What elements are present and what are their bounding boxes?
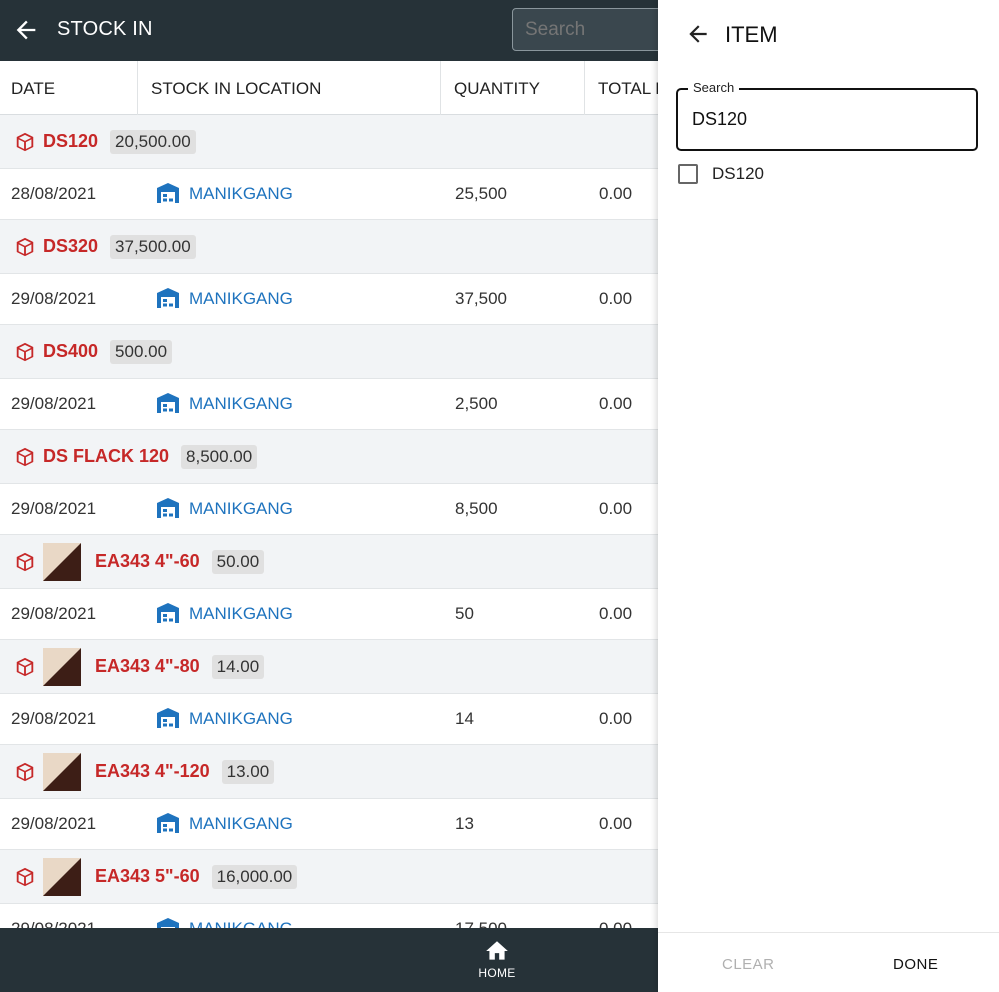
- option-label: DS120: [712, 164, 764, 183]
- warehouse-icon: [157, 813, 179, 833]
- package-icon: [16, 447, 34, 466]
- column-divider: [440, 61, 441, 115]
- row-date: 29/08/2021: [11, 289, 97, 308]
- item-total-badge: 37,500.00: [110, 234, 196, 259]
- item-thumbnail: [43, 857, 81, 896]
- item-thumbnail: [43, 542, 81, 581]
- home-label: HOME: [478, 966, 516, 980]
- row-total: 0.00: [599, 184, 633, 203]
- item-name: DS FLACK 120: [43, 446, 170, 466]
- item-search-input[interactable]: [692, 109, 962, 130]
- item-name: EA343 5"-60: [95, 866, 200, 886]
- row-location[interactable]: MANIKGANG: [189, 184, 293, 204]
- row-location[interactable]: MANIKGANG: [189, 394, 293, 414]
- warehouse-icon: [157, 603, 179, 623]
- row-location[interactable]: MANIKGANG: [189, 289, 293, 309]
- row-quantity: 8,500: [455, 499, 498, 518]
- package-icon: [16, 237, 34, 256]
- item-name: DS320: [43, 236, 99, 256]
- item-name: EA343 4"-60: [95, 551, 200, 571]
- warehouse-icon: [157, 708, 179, 728]
- back-arrow-icon[interactable]: [12, 16, 40, 44]
- warehouse-icon: [157, 393, 179, 413]
- warehouse-icon: [157, 183, 179, 203]
- item-total-badge: 13.00: [221, 759, 275, 784]
- back-arrow-icon[interactable]: [685, 21, 711, 47]
- row-quantity: 37,500: [455, 289, 507, 308]
- row-date: 29/08/2021: [11, 814, 97, 833]
- row-total: 0.00: [599, 499, 633, 518]
- row-quantity: 25,500: [455, 184, 507, 203]
- row-quantity: 17,500: [455, 919, 507, 928]
- row-date: 29/08/2021: [11, 919, 96, 928]
- row-location[interactable]: MANIKGANG: [189, 919, 293, 928]
- package-icon: [16, 657, 34, 676]
- row-total: 0.00: [599, 814, 633, 833]
- option-ds120[interactable]: DS120: [678, 164, 764, 184]
- warehouse-icon: [157, 918, 179, 928]
- row-date: 29/08/2021: [11, 604, 97, 623]
- column-header-total[interactable]: TOTAL P: [598, 61, 667, 115]
- row-date: 29/08/2021: [11, 394, 97, 413]
- item-total-badge: 16,000.00: [211, 864, 298, 889]
- item-total-badge: 8,500.00: [181, 444, 258, 469]
- column-header-date[interactable]: DATE: [11, 61, 55, 115]
- row-location[interactable]: MANIKGANG: [189, 604, 293, 624]
- home-button[interactable]: HOME: [467, 938, 527, 982]
- row-date: 29/08/2021: [11, 499, 97, 518]
- row-total: 0.00: [599, 919, 632, 928]
- page-title: STOCK IN: [57, 18, 153, 40]
- row-total: 0.00: [599, 289, 633, 308]
- done-button[interactable]: DONE: [893, 956, 938, 973]
- clear-button[interactable]: CLEAR: [722, 956, 775, 973]
- item-thumbnail: [43, 752, 81, 791]
- row-location[interactable]: MANIKGANG: [189, 499, 293, 519]
- row-location[interactable]: MANIKGANG: [189, 814, 293, 834]
- item-total-badge: 500.00: [110, 339, 173, 364]
- package-icon: [16, 132, 34, 151]
- package-icon: [16, 552, 34, 571]
- item-name: EA343 4"-80: [95, 656, 200, 676]
- item-filter-drawer: ITEM Search DS120 CLEAR DONE: [658, 0, 999, 992]
- package-icon: [16, 342, 34, 361]
- item-total-badge: 50.00: [211, 549, 265, 574]
- item-name: DS120: [43, 131, 99, 151]
- item-total-badge: 14.00: [211, 654, 265, 679]
- option-checkbox[interactable]: [678, 164, 698, 184]
- drawer-footer: CLEAR DONE: [658, 932, 999, 992]
- row-quantity: 14: [455, 709, 474, 728]
- item-name: EA343 4"-120: [95, 761, 210, 781]
- item-search-label: Search: [688, 80, 740, 95]
- package-icon: [16, 762, 34, 781]
- column-header-quantity[interactable]: QUANTITY: [454, 61, 540, 115]
- row-location[interactable]: MANIKGANG: [189, 709, 293, 729]
- row-date: 28/08/2021: [11, 184, 97, 203]
- drawer-title: ITEM: [725, 22, 778, 47]
- item-name: DS400: [43, 341, 99, 361]
- row-quantity: 50: [455, 604, 474, 623]
- row-date: 29/08/2021: [11, 709, 97, 728]
- column-divider: [584, 61, 585, 115]
- column-divider: [137, 61, 138, 115]
- item-thumbnail: [43, 647, 81, 686]
- row-quantity: 13: [455, 814, 474, 833]
- item-search-field: Search: [676, 80, 978, 151]
- warehouse-icon: [157, 498, 179, 518]
- package-icon: [16, 867, 34, 886]
- row-total: 0.00: [599, 394, 633, 413]
- row-total: 0.00: [599, 709, 633, 728]
- row-quantity: 2,500: [455, 394, 498, 413]
- home-icon: [486, 941, 508, 960]
- row-total: 0.00: [599, 604, 633, 623]
- item-total-badge: 20,500.00: [110, 129, 196, 154]
- column-header-location[interactable]: STOCK IN LOCATION: [151, 61, 321, 115]
- warehouse-icon: [157, 288, 179, 308]
